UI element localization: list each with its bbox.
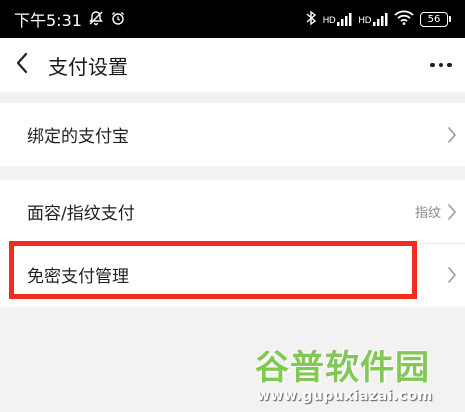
more-dot-icon: [430, 62, 435, 68]
mute-alarm-icon: [88, 10, 104, 29]
chevron-right-icon: [447, 203, 457, 221]
status-right: HD HD 56: [305, 10, 451, 29]
cell-signal-icon-2: HD: [358, 12, 388, 26]
page-title: 支付设置: [48, 54, 128, 79]
watermark-title: 谷普软件园: [255, 348, 430, 388]
chevron-left-icon: [15, 52, 29, 78]
status-left: 下午5:31: [14, 7, 126, 31]
battery-level: 56: [420, 11, 448, 27]
face-fingerprint-pay-row[interactable]: 面容/指纹支付 指纹: [0, 180, 465, 243]
more-options-button[interactable]: [421, 38, 461, 92]
password-free-pay-label: 免密支付管理: [27, 267, 129, 287]
chevron-right-icon: [447, 266, 457, 284]
bound-alipay-row[interactable]: 绑定的支付宝: [0, 103, 465, 166]
cell-signal-icon-1: HD: [323, 12, 353, 26]
alarm-clock-icon: [110, 10, 126, 29]
face-fingerprint-pay-value: 指纹: [414, 206, 441, 221]
chevron-right-icon: [447, 126, 457, 144]
hd-label-2: HD: [358, 16, 371, 26]
status-time: 下午5:31: [14, 11, 82, 30]
bluetooth-icon: [305, 10, 317, 29]
hd-label-1: HD: [322, 16, 336, 26]
status-bar: 下午5:31 HD HD 56: [0, 0, 465, 38]
settings-group-payment: 面容/指纹支付 指纹 免密支付管理: [0, 180, 465, 307]
back-button[interactable]: [0, 38, 44, 92]
face-fingerprint-pay-label: 面容/指纹支付: [27, 204, 135, 224]
watermark-url: www.gupuxiazai.com: [257, 388, 433, 404]
settings-group-alipay: 绑定的支付宝: [0, 103, 465, 166]
battery-icon: 56: [420, 11, 451, 27]
wifi-icon: [394, 10, 414, 28]
bound-alipay-label: 绑定的支付宝: [27, 127, 129, 147]
watermark: 谷普软件园 www.gupuxiazai.com: [253, 340, 463, 410]
password-free-pay-row[interactable]: 免密支付管理: [0, 243, 465, 306]
nav-bar: 支付设置: [0, 38, 465, 92]
